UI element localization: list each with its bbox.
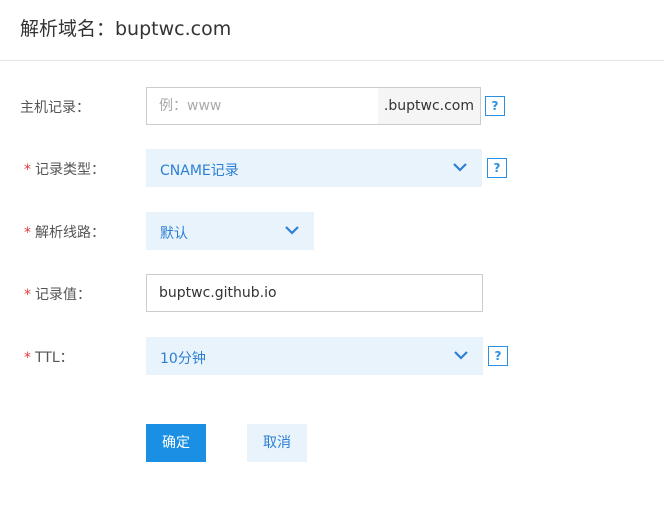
chevron-down-icon <box>453 163 467 172</box>
ttl-value: 10分钟 <box>160 351 206 367</box>
record-type-select[interactable]: CNAME记录 <box>146 149 482 187</box>
page-title: 解析域名：buptwc.com <box>20 18 232 40</box>
record-value-row: * 记录值： <box>0 274 664 312</box>
ttl-select[interactable]: 10分钟 <box>146 337 483 375</box>
line-row: * 解析线路： 默认 <box>0 212 664 250</box>
ttl-row: * TTL： 10分钟 ? <box>0 337 664 375</box>
record-value-input[interactable] <box>147 275 477 311</box>
host-record-label: 主机记录： <box>20 100 90 116</box>
line-value: 默认 <box>160 226 188 242</box>
host-record-input[interactable] <box>147 88 387 124</box>
line-select[interactable]: 默认 <box>146 212 314 250</box>
record-value-label: * 记录值： <box>24 287 91 303</box>
record-type-help-icon[interactable]: ? <box>487 158 507 178</box>
record-type-row: * 记录类型： CNAME记录 ? <box>0 149 664 187</box>
host-record-field: .buptwc.com <box>146 87 481 125</box>
host-record-row: 主机记录： .buptwc.com ? <box>0 87 664 125</box>
record-type-label: * 记录类型： <box>24 162 105 178</box>
ttl-help-icon[interactable]: ? <box>488 346 508 366</box>
cancel-button[interactable]: 取消 <box>247 424 307 462</box>
line-label: * 解析线路： <box>24 225 105 241</box>
domain-suffix: .buptwc.com <box>377 88 480 124</box>
confirm-button[interactable]: 确定 <box>146 424 206 462</box>
ttl-label: * TTL： <box>24 350 74 366</box>
chevron-down-icon <box>454 351 468 360</box>
dialog-header: 解析域名：buptwc.com <box>0 0 664 61</box>
host-record-help-icon[interactable]: ? <box>485 96 505 116</box>
chevron-down-icon <box>285 226 299 235</box>
record-type-value: CNAME记录 <box>160 163 239 179</box>
record-value-field <box>146 274 483 312</box>
